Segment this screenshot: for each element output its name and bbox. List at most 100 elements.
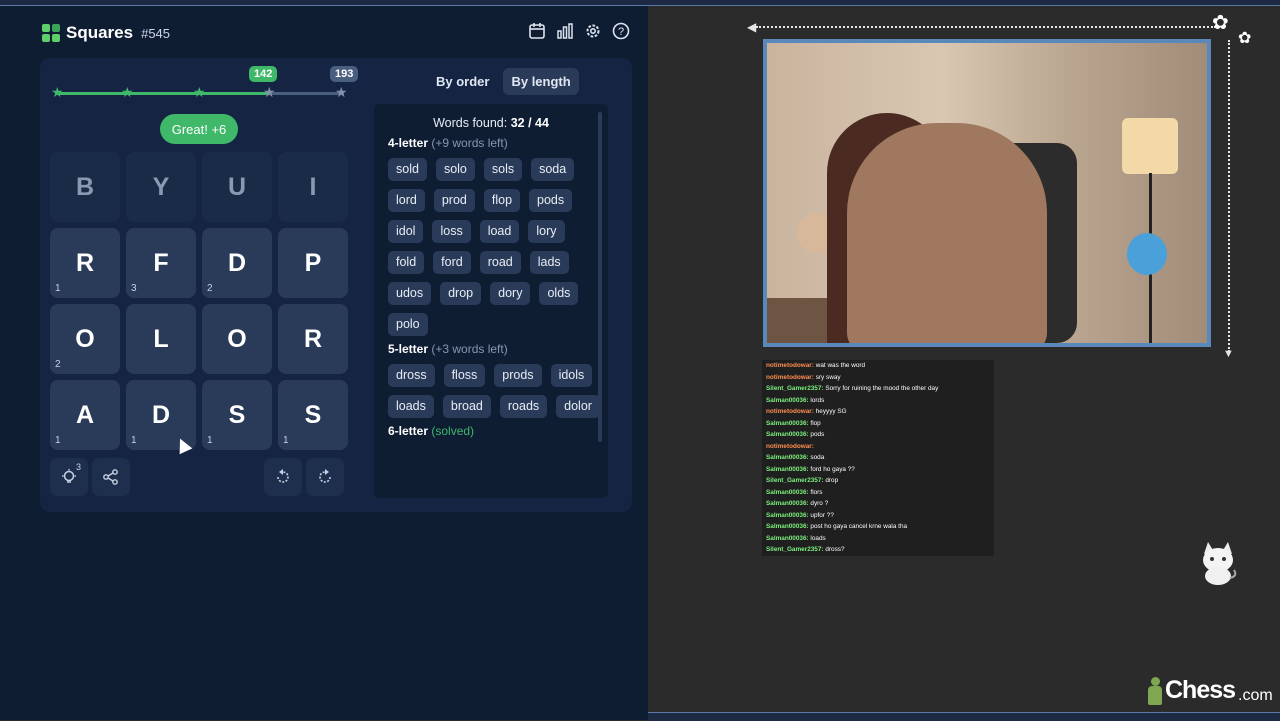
word-chip[interactable]: broad bbox=[442, 395, 491, 418]
calendar-icon[interactable] bbox=[528, 22, 546, 40]
word-chip[interactable]: lord bbox=[388, 189, 425, 212]
letter-tile[interactable]: S1 bbox=[202, 380, 272, 450]
word-chip[interactable]: flop bbox=[483, 189, 521, 212]
word-chip[interactable]: soda bbox=[531, 158, 575, 181]
word-chip[interactable]: drop bbox=[440, 282, 482, 305]
word-chip[interactable]: sols bbox=[483, 158, 523, 181]
letter-tile[interactable]: B bbox=[50, 152, 120, 222]
chat-username[interactable]: Silent_Gamer2357: bbox=[766, 385, 824, 392]
letter-tile[interactable]: L bbox=[126, 304, 196, 374]
chat-username[interactable]: Salman00036: bbox=[766, 466, 809, 473]
sort-by-length-button[interactable]: By length bbox=[503, 68, 579, 95]
word-chip[interactable]: lads bbox=[529, 251, 569, 274]
word-chip[interactable]: prod bbox=[433, 189, 475, 212]
webcam-lamp bbox=[1122, 118, 1178, 174]
current-score-badge: 142 bbox=[249, 66, 278, 82]
letter-tile[interactable]: Y bbox=[126, 152, 196, 222]
tile-count: 2 bbox=[207, 283, 213, 294]
tile-letter: S bbox=[228, 400, 246, 429]
arrow-down-icon: ▼ bbox=[1223, 348, 1234, 360]
flower-icon: ✿ bbox=[1238, 30, 1252, 47]
stats-icon[interactable] bbox=[556, 22, 574, 40]
tile-letter: L bbox=[153, 324, 169, 353]
sort-by-order-button[interactable]: By order bbox=[428, 68, 497, 95]
brand-suffix: .com bbox=[1238, 687, 1273, 704]
redo-button[interactable] bbox=[306, 458, 344, 496]
word-section-title: 5-letter (+3 words left) bbox=[388, 342, 508, 356]
chat-username[interactable]: Salman00036: bbox=[766, 420, 809, 427]
chat-username[interactable]: notimetodowar: bbox=[766, 408, 814, 415]
gear-icon[interactable] bbox=[584, 22, 602, 40]
tile-count: 1 bbox=[207, 435, 213, 446]
game-card: ★ ★ ★ ★ ★ 142 193 Great! +6 BYUIR1F3D2PO… bbox=[40, 58, 632, 512]
chat-username[interactable]: notimetodowar: bbox=[766, 362, 814, 369]
word-chip[interactable]: idol bbox=[388, 220, 424, 243]
tile-count: 1 bbox=[55, 435, 61, 446]
words-found-value: 32 / 44 bbox=[510, 116, 549, 130]
chat-username[interactable]: Salman00036: bbox=[766, 500, 809, 507]
word-chip[interactable]: fold bbox=[388, 251, 425, 274]
chat-username[interactable]: Salman00036: bbox=[766, 454, 809, 461]
word-chip[interactable]: floss bbox=[443, 364, 486, 387]
chat-message: notimetodowar: bbox=[762, 441, 994, 453]
word-chip[interactable]: idols bbox=[550, 364, 593, 387]
chat-username[interactable]: notimetodowar: bbox=[766, 443, 814, 450]
word-chip[interactable]: olds bbox=[539, 282, 579, 305]
word-chip[interactable]: solo bbox=[435, 158, 475, 181]
letter-tile[interactable]: I bbox=[278, 152, 348, 222]
webcam-person bbox=[847, 123, 1047, 343]
word-chip[interactable]: lory bbox=[528, 220, 565, 243]
chat-username[interactable]: Salman00036: bbox=[766, 489, 809, 496]
word-chip[interactable]: dory bbox=[490, 282, 531, 305]
word-section-title: 4-letter (+9 words left) bbox=[388, 136, 508, 150]
tile-letter: S bbox=[304, 400, 322, 429]
word-chip[interactable]: roads bbox=[499, 395, 548, 418]
word-chip[interactable]: road bbox=[479, 251, 521, 274]
word-chip[interactable]: ford bbox=[433, 251, 471, 274]
tile-count: 1 bbox=[55, 283, 61, 294]
letter-tile[interactable]: R1 bbox=[50, 228, 120, 298]
word-chip[interactable]: prods bbox=[494, 364, 542, 387]
chat-text: ford ho gaya ?? bbox=[810, 465, 855, 473]
chat-username[interactable]: notimetodowar: bbox=[766, 374, 814, 381]
words-scrollbar[interactable] bbox=[598, 112, 602, 442]
letter-tile[interactable]: A1 bbox=[50, 380, 120, 450]
word-chip[interactable]: sold bbox=[388, 158, 427, 181]
letter-tile[interactable]: F3 bbox=[126, 228, 196, 298]
letter-tile[interactable]: S1 bbox=[278, 380, 348, 450]
word-chip[interactable]: dolor bbox=[556, 395, 600, 418]
hint-button[interactable]: 3 bbox=[50, 458, 88, 496]
word-chip[interactable]: load bbox=[479, 220, 520, 243]
letter-tile[interactable]: P bbox=[278, 228, 348, 298]
chat-username[interactable]: Salman00036: bbox=[766, 397, 809, 404]
chat-username[interactable]: Salman00036: bbox=[766, 512, 809, 519]
word-chip[interactable]: udos bbox=[388, 282, 432, 305]
letter-tile[interactable]: O2 bbox=[50, 304, 120, 374]
letter-tile[interactable]: R bbox=[278, 304, 348, 374]
undo-button[interactable] bbox=[264, 458, 302, 496]
chat-username[interactable]: Silent_Gamer2357: bbox=[766, 477, 824, 484]
chat-username[interactable]: Salman00036: bbox=[766, 523, 809, 530]
cat-sticker-icon bbox=[1203, 542, 1237, 585]
chat-message: Salman00036: soda bbox=[762, 452, 994, 464]
letter-tile[interactable]: D2 bbox=[202, 228, 272, 298]
word-chip[interactable]: dross bbox=[388, 364, 435, 387]
word-chip[interactable]: loss bbox=[432, 220, 471, 243]
letter-grid: BYUIR1F3D2PO2LORA1D1S1S1 bbox=[50, 152, 348, 450]
word-chip[interactable]: loads bbox=[388, 395, 434, 418]
chat-username[interactable]: Salman00036: bbox=[766, 431, 809, 438]
sort-toggle: By order By length bbox=[428, 68, 579, 95]
chat-username[interactable]: Salman00036: bbox=[766, 535, 809, 542]
header-icons: ? bbox=[528, 22, 630, 40]
help-icon[interactable]: ? bbox=[612, 22, 630, 40]
share-button[interactable] bbox=[92, 458, 130, 496]
letter-tile[interactable]: O bbox=[202, 304, 272, 374]
chat-message: Salman00036: flop bbox=[762, 418, 994, 430]
letter-tile[interactable]: U bbox=[202, 152, 272, 222]
chat-text: heyyyy SG bbox=[815, 408, 847, 415]
word-chip[interactable]: pods bbox=[529, 189, 573, 212]
hint-count: 3 bbox=[75, 462, 81, 472]
word-chip[interactable]: polo bbox=[388, 313, 428, 336]
chat-username[interactable]: Silent_Gamer2357: bbox=[766, 546, 824, 553]
flower-icon: ✿ bbox=[1212, 12, 1229, 34]
